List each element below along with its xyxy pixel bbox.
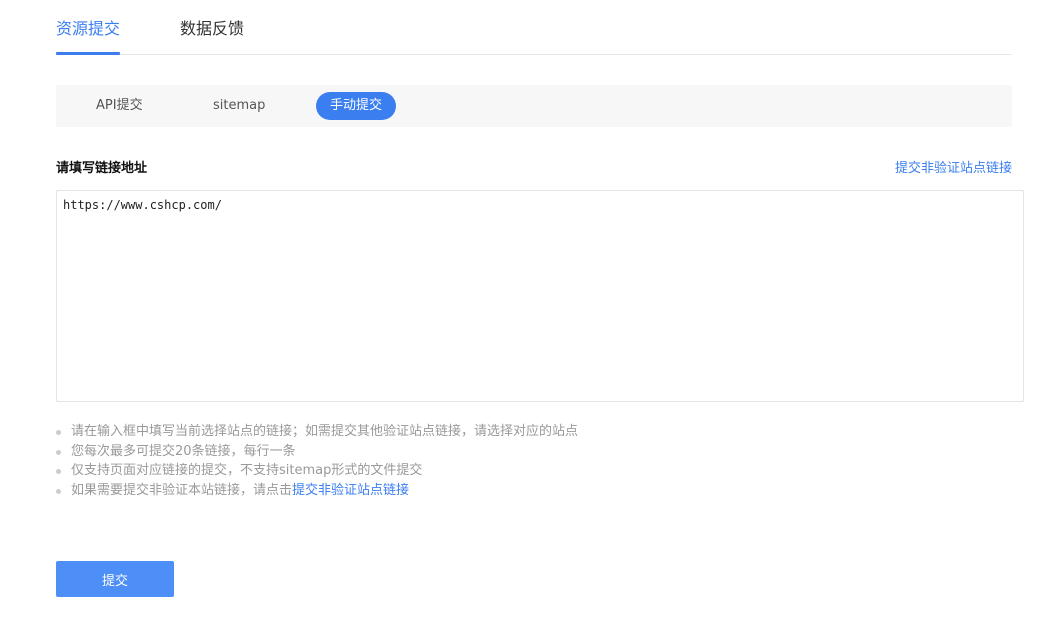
url-field-label: 请填写链接地址 bbox=[56, 161, 148, 176]
subtab-sitemap[interactable]: sitemap bbox=[199, 92, 279, 120]
submit-button[interactable]: 提交 bbox=[56, 561, 174, 597]
url-textarea[interactable]: https://www.cshcp.com/ bbox=[56, 190, 1024, 402]
tip-item: 仅支持页面对应链接的提交，不支持sitemap形式的文件提交 bbox=[56, 461, 578, 481]
tip-item: 您每次最多可提交20条链接，每行一条 bbox=[56, 442, 578, 462]
subtab-manual-submit[interactable]: 手动提交 bbox=[316, 92, 397, 120]
tip-text: 如果需要提交非验证本站链接，请点击 bbox=[71, 482, 293, 498]
tip-item: 请在输入框中填写当前选择站点的链接；如需提交其他验证站点链接，请选择对应的站点 bbox=[56, 422, 578, 442]
bullet-icon bbox=[56, 430, 61, 435]
top-tab-bar: 资源提交 数据反馈 bbox=[56, 0, 1012, 55]
tip-text: 请在输入框中填写当前选择站点的链接；如需提交其他验证站点链接，请选择对应的站点 bbox=[71, 424, 579, 439]
tips-list: 请在输入框中填写当前选择站点的链接；如需提交其他验证站点链接，请选择对应的站点 … bbox=[56, 422, 578, 500]
tip-nonverified-link[interactable]: 提交非验证站点链接 bbox=[292, 483, 409, 498]
bullet-icon bbox=[56, 488, 61, 494]
tip-text: 您每次最多可提交20条链接，每行一条 bbox=[71, 443, 296, 459]
tab-data-feedback[interactable]: 数据反馈 bbox=[180, 18, 244, 55]
bullet-icon bbox=[56, 469, 61, 474]
tip-text: 仅支持页面对应链接的提交，不支持sitemap形式的文件提交 bbox=[71, 463, 423, 478]
bullet-icon bbox=[56, 449, 61, 455]
subtab-api-submit[interactable]: API提交 bbox=[82, 92, 157, 120]
tab-resource-submit[interactable]: 资源提交 bbox=[56, 18, 121, 55]
tip-item: 如果需要提交非验证本站链接，请点击提交非验证站点链接 bbox=[56, 481, 578, 501]
submit-method-tabs: API提交 sitemap 手动提交 bbox=[56, 85, 1012, 127]
submit-nonverified-link[interactable]: 提交非验证站点链接 bbox=[895, 157, 1012, 176]
